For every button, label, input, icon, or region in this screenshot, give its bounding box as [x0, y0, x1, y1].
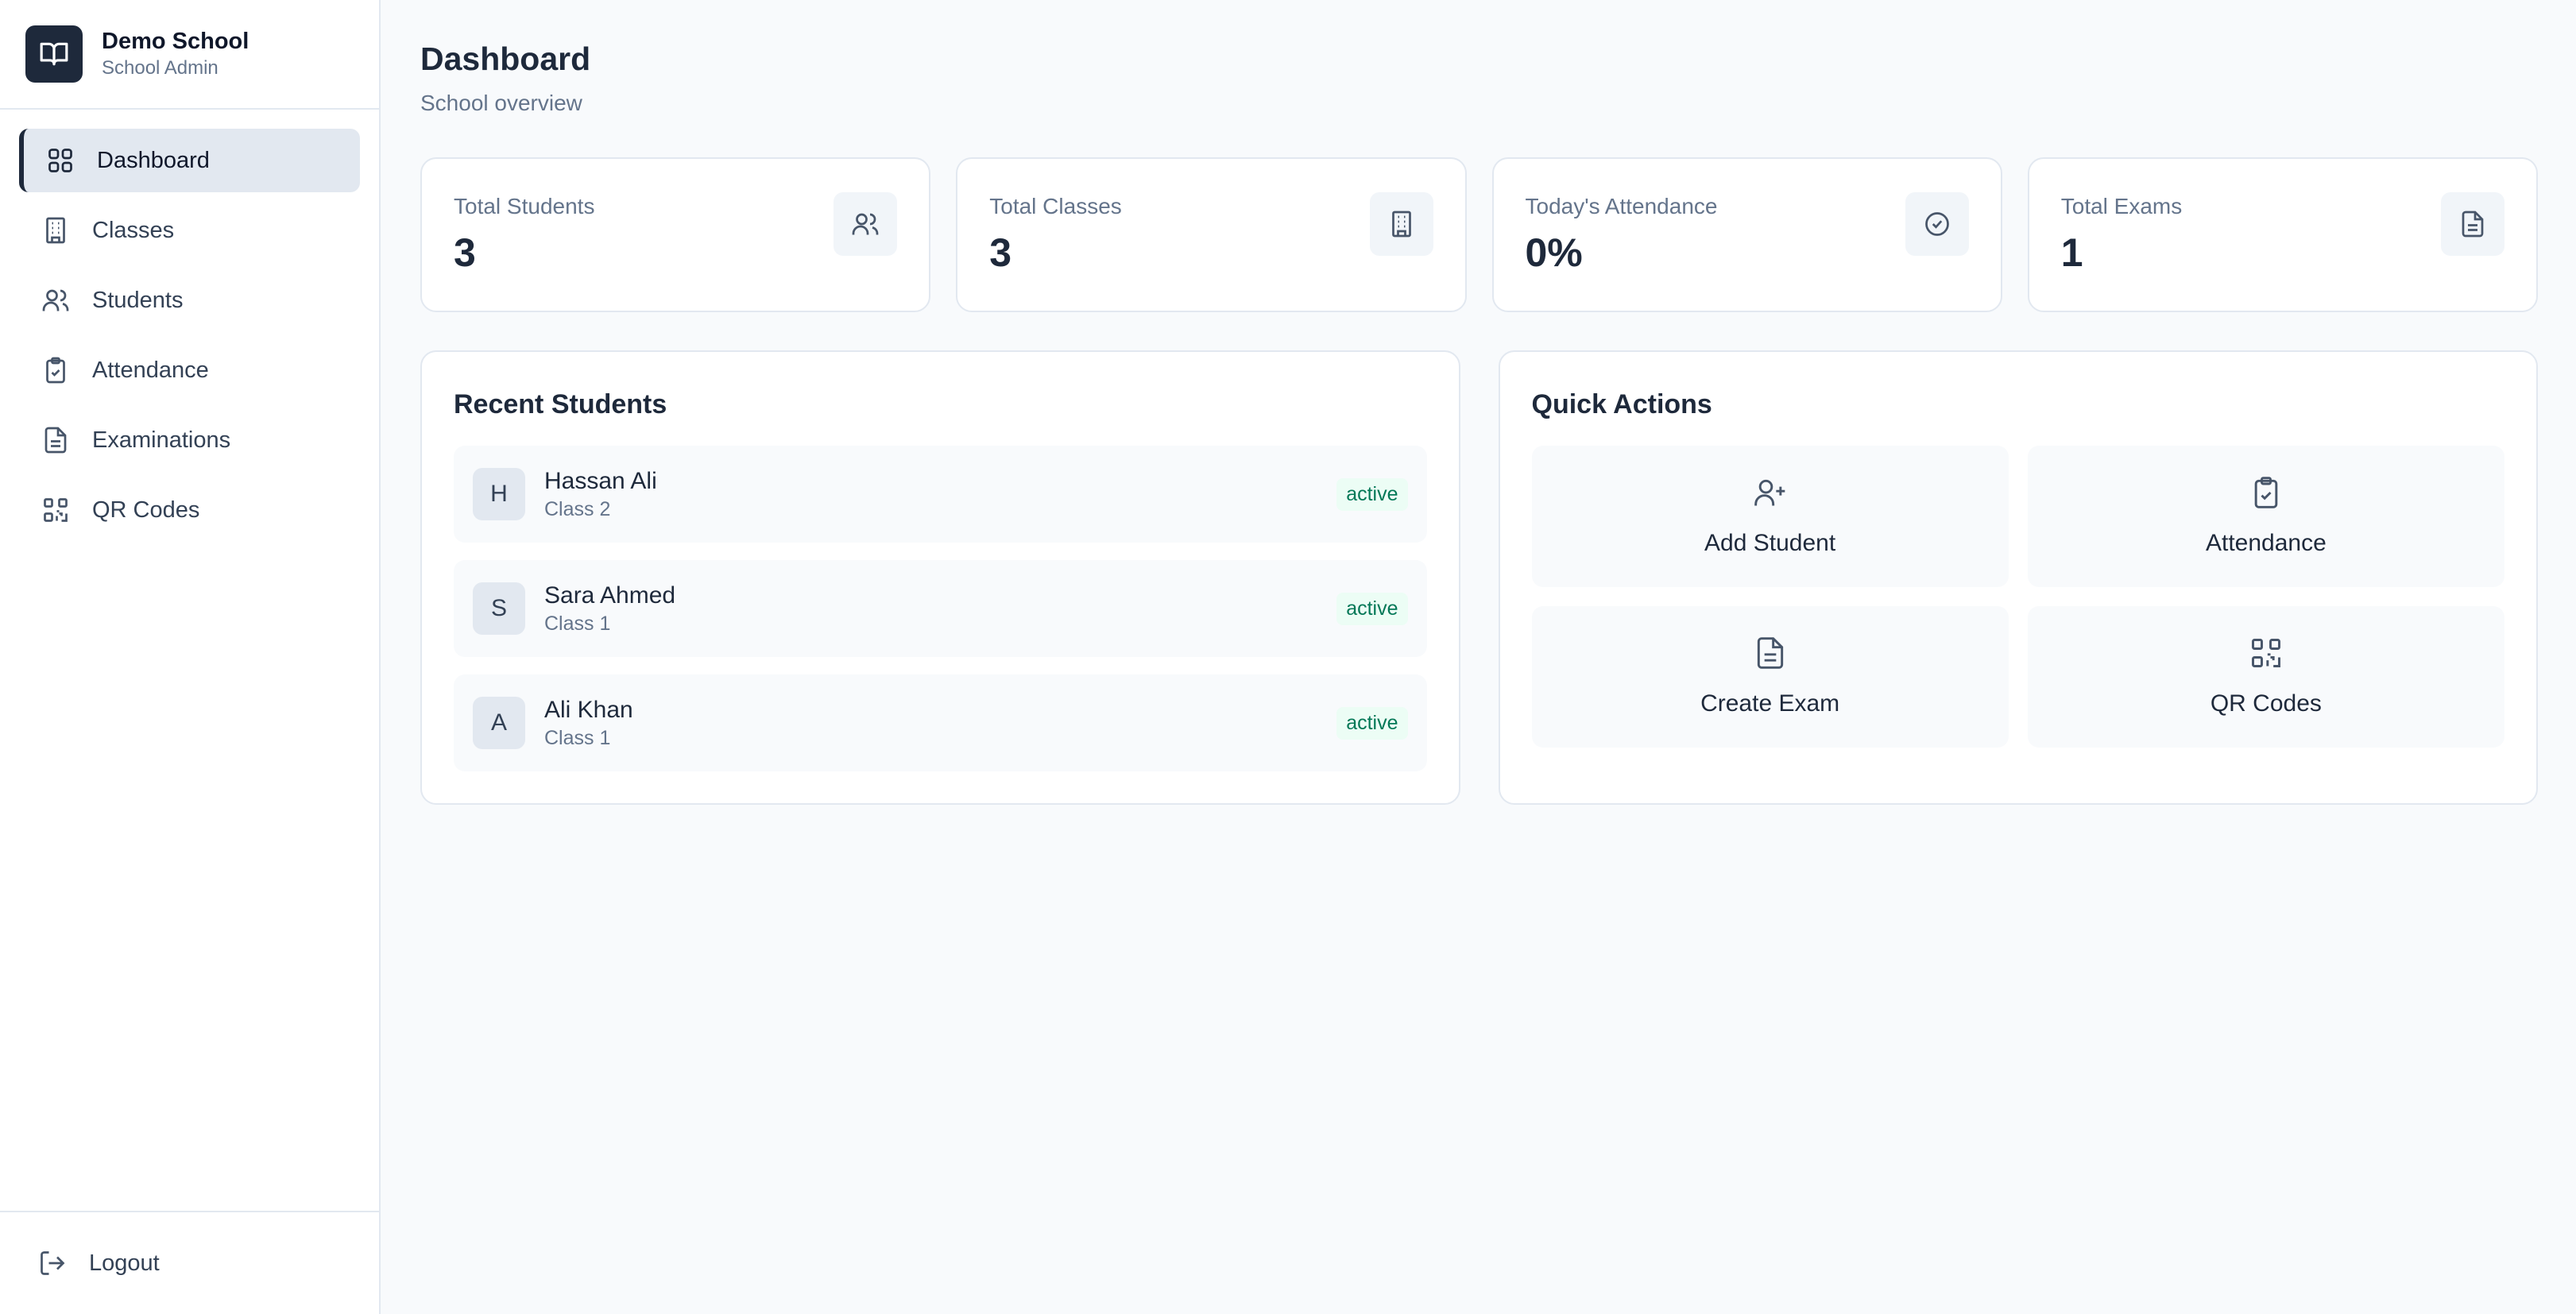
file-text-icon — [2441, 192, 2504, 256]
panel-title: Recent Students — [454, 389, 667, 419]
user-role: School Admin — [102, 57, 219, 79]
stat-card-total-classes: Total Classes 3 — [956, 157, 1467, 312]
users-icon — [834, 192, 898, 256]
panels-row: Recent Students H Hassan Ali Class 2 act… — [420, 350, 2538, 805]
sidebar-footer: Logout — [0, 1211, 379, 1314]
building-icon — [1369, 192, 1433, 256]
stat-value: 3 — [454, 230, 476, 275]
sidebar-item-dashboard[interactable]: Dashboard — [19, 129, 360, 192]
add-student-button[interactable]: Add Student — [1531, 446, 2009, 587]
status-badge: active — [1336, 477, 1408, 511]
student-class: Class 1 — [544, 613, 611, 635]
brand-text: Demo School School Admin — [102, 27, 249, 81]
book-open-icon — [25, 25, 83, 83]
sidebar-item-attendance[interactable]: Attendance — [19, 338, 360, 402]
qr-code-icon — [2251, 639, 2280, 667]
sidebar-nav: Dashboard Classes Students Attendance Ex… — [0, 110, 379, 1211]
sidebar-item-label: Dashboard — [97, 147, 210, 173]
page-title: Dashboard — [420, 41, 591, 77]
sidebar-item-label: Examinations — [92, 427, 231, 453]
stat-label: Today's Attendance — [1525, 194, 1718, 218]
file-text-icon — [41, 426, 70, 454]
sidebar-item-classes[interactable]: Classes — [19, 199, 360, 262]
student-class: Class 1 — [544, 727, 611, 749]
student-row[interactable]: A Ali Khan Class 1 active — [454, 674, 1427, 771]
panel-title: Quick Actions — [1531, 389, 1712, 419]
quick-actions-panel: Quick Actions Add Student Attendance Cre… — [1498, 350, 2538, 805]
sidebar-item-label: Attendance — [92, 357, 209, 383]
dashboard-grid-icon — [46, 146, 75, 175]
create-exam-button[interactable]: Create Exam — [1531, 606, 2009, 748]
file-text-icon — [1757, 637, 1783, 669]
logout-button[interactable]: Logout — [19, 1231, 360, 1295]
student-info: Sara Ahmed Class 1 — [544, 581, 1336, 636]
clipboard-check-icon — [41, 356, 70, 385]
sidebar: Demo School School Admin Dashboard Class… — [0, 0, 381, 1314]
user-plus-icon — [1754, 479, 1785, 506]
status-badge: active — [1336, 592, 1408, 625]
stat-value: 1 — [2060, 230, 2083, 275]
student-info: Hassan Ali Class 2 — [544, 466, 1336, 522]
stats-row: Total Students 3 Total Classes 3 Today's… — [420, 157, 2538, 312]
qr-codes-button[interactable]: QR Codes — [2027, 606, 2504, 748]
qr-code-icon — [41, 496, 70, 524]
stat-label: Total Students — [454, 194, 595, 218]
stat-card-todays-attendance: Today's Attendance 0% — [1491, 157, 2002, 312]
main-content: Dashboard School overview Total Students… — [381, 0, 2576, 1314]
student-info: Ali Khan Class 1 — [544, 695, 1336, 751]
building-icon — [41, 216, 70, 245]
sidebar-item-label: Classes — [92, 217, 175, 243]
school-name: Demo School — [102, 29, 249, 54]
action-label: Create Exam — [1700, 690, 1840, 717]
stat-value: 3 — [989, 230, 1012, 275]
student-class: Class 2 — [544, 498, 611, 520]
sidebar-item-label: QR Codes — [92, 497, 200, 523]
stat-card-total-exams: Total Exams 1 — [2027, 157, 2538, 312]
attendance-button[interactable]: Attendance — [2027, 446, 2504, 587]
app-root: Demo School School Admin Dashboard Class… — [0, 0, 2576, 1314]
avatar: S — [473, 582, 525, 635]
sidebar-item-examinations[interactable]: Examinations — [19, 408, 360, 472]
users-icon — [41, 286, 70, 315]
student-name: Hassan Ali — [544, 468, 657, 494]
avatar: H — [473, 468, 525, 520]
clipboard-check-icon — [2254, 477, 2278, 508]
stat-label: Total Classes — [989, 194, 1122, 218]
logout-label: Logout — [89, 1250, 160, 1276]
check-circle-icon — [1905, 192, 1969, 256]
recent-students-panel: Recent Students H Hassan Ali Class 2 act… — [420, 350, 1460, 805]
quick-actions-grid: Add Student Attendance Create Exam QR Co… — [1531, 446, 2504, 748]
status-badge: active — [1336, 706, 1408, 740]
stat-value: 0% — [1525, 230, 1583, 275]
brand: Demo School School Admin — [0, 0, 379, 110]
sidebar-item-label: Students — [92, 287, 184, 313]
avatar: A — [473, 697, 525, 749]
student-name: Sara Ahmed — [544, 582, 676, 609]
sidebar-item-qr-codes[interactable]: QR Codes — [19, 478, 360, 542]
action-label: Add Student — [1704, 530, 1836, 556]
action-label: QR Codes — [2210, 690, 2322, 717]
student-row[interactable]: H Hassan Ali Class 2 active — [454, 446, 1427, 543]
stat-card-total-students: Total Students 3 — [420, 157, 931, 312]
sidebar-item-students[interactable]: Students — [19, 269, 360, 332]
student-row[interactable]: S Sara Ahmed Class 1 active — [454, 560, 1427, 657]
student-name: Ali Khan — [544, 697, 633, 723]
action-label: Attendance — [2205, 530, 2327, 556]
logout-icon — [38, 1249, 67, 1277]
stat-label: Total Exams — [2060, 194, 2183, 218]
page-subtitle: School overview — [420, 91, 582, 115]
